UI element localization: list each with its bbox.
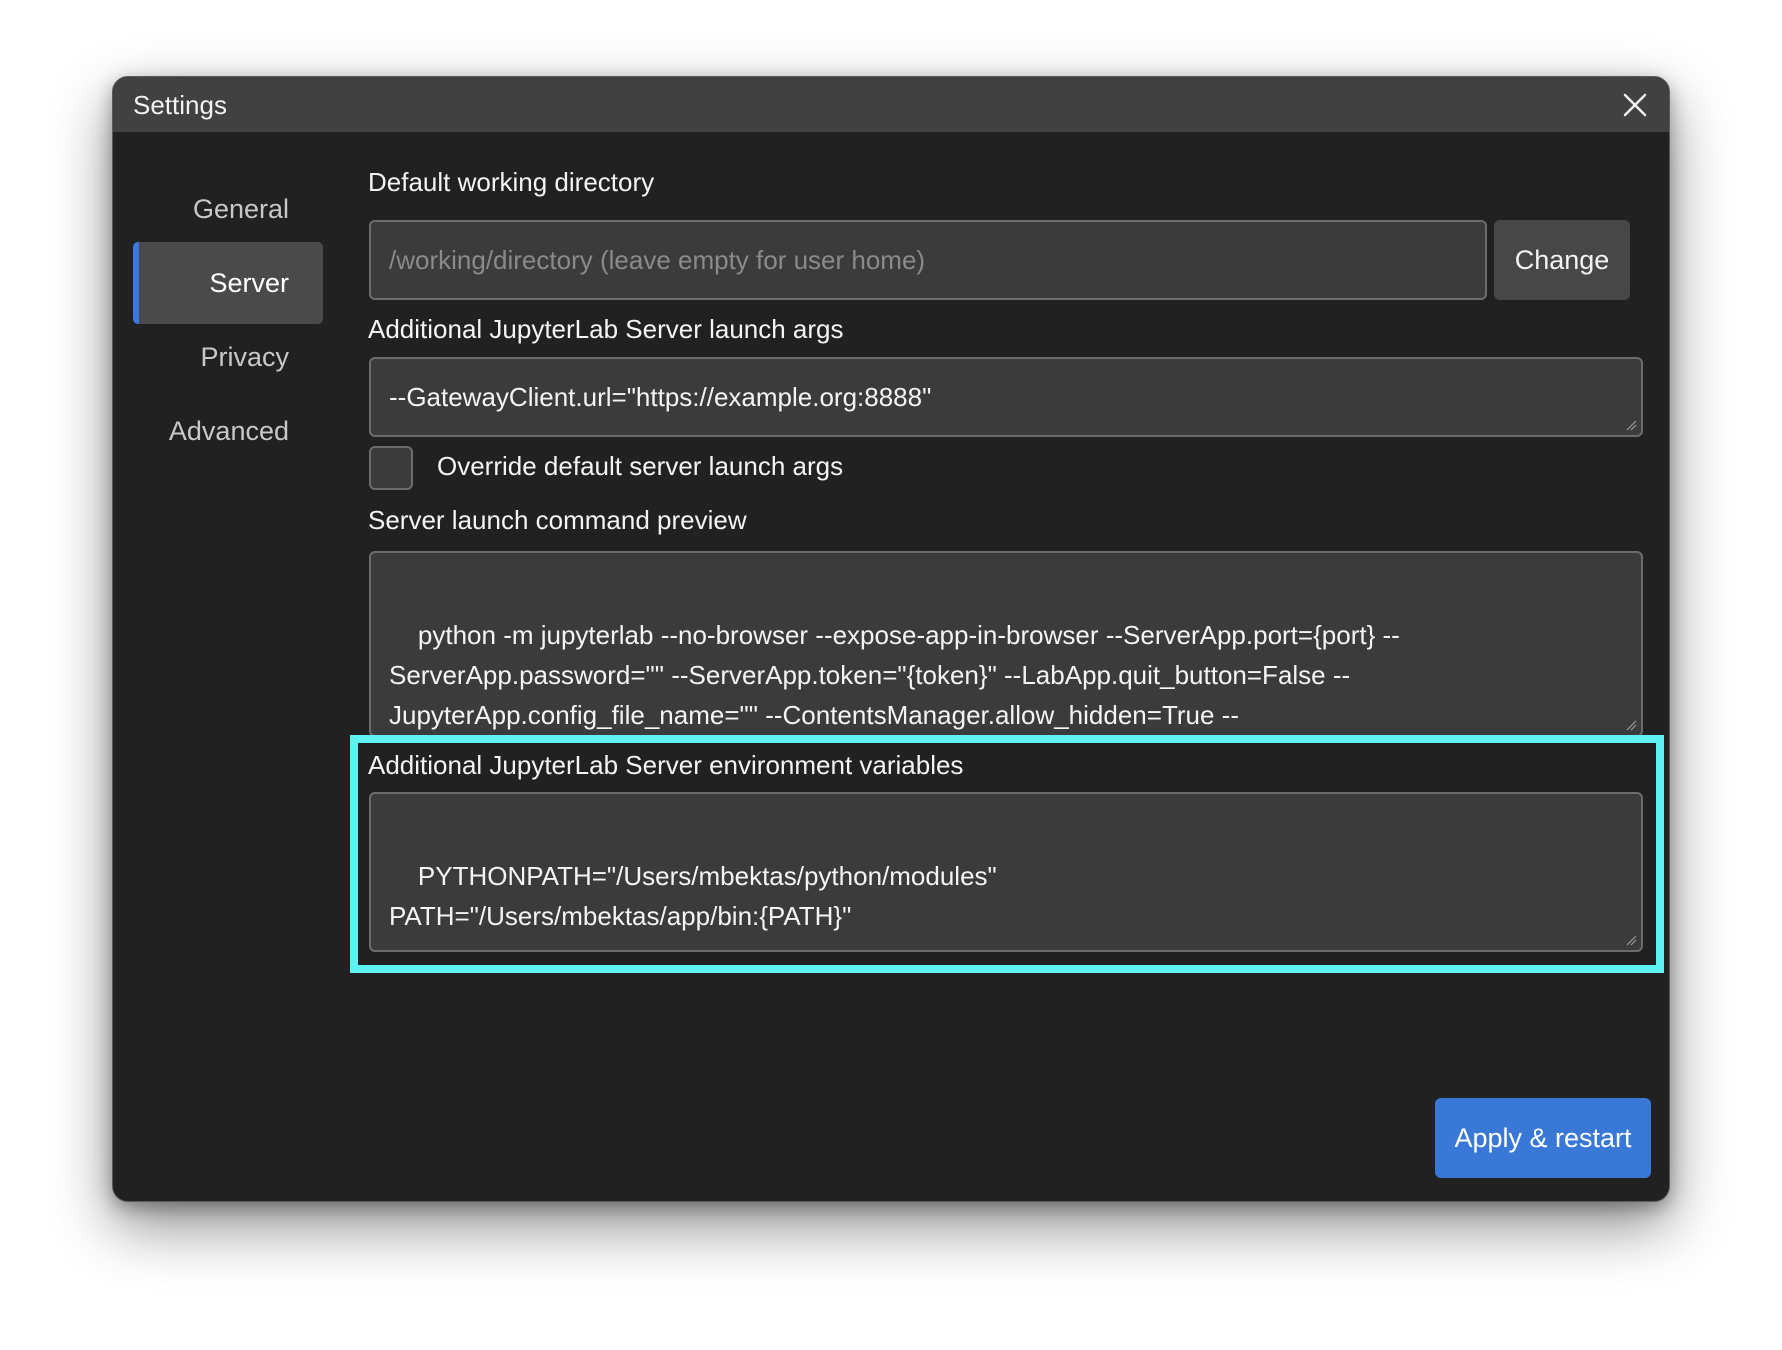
close-icon — [1623, 93, 1647, 117]
override-args-checkbox[interactable] — [369, 446, 413, 490]
working-directory-placeholder: /working/directory (leave empty for user… — [389, 245, 926, 275]
title-bar: Settings — [113, 77, 1669, 132]
sidebar-item-advanced[interactable]: Advanced — [133, 390, 323, 472]
launch-args-value: --GatewayClient.url="https://example.org… — [389, 382, 932, 412]
change-directory-button[interactable]: Change — [1494, 220, 1630, 300]
sidebar-item-label: Server — [209, 268, 289, 298]
env-vars-label: Additional JupyterLab Server environment… — [368, 750, 964, 780]
resize-grip-icon[interactable] — [1625, 419, 1637, 431]
sidebar-item-privacy[interactable]: Privacy — [133, 316, 323, 398]
apply-restart-button[interactable]: Apply & restart — [1435, 1098, 1651, 1178]
launch-args-textarea[interactable]: --GatewayClient.url="https://example.org… — [369, 357, 1643, 437]
sidebar-item-label: Privacy — [200, 342, 289, 372]
env-vars-value: PYTHONPATH="/Users/mbektas/python/module… — [389, 861, 997, 931]
env-vars-textarea[interactable]: PYTHONPATH="/Users/mbektas/python/module… — [369, 792, 1643, 952]
sidebar-item-server[interactable]: Server — [133, 242, 323, 324]
working-directory-input[interactable]: /working/directory (leave empty for user… — [369, 220, 1487, 300]
command-preview-value: python -m jupyterlab --no-browser --expo… — [389, 620, 1400, 730]
sidebar-item-label: General — [192, 194, 289, 224]
launch-args-label: Additional JupyterLab Server launch args — [368, 314, 844, 344]
resize-grip-icon[interactable] — [1625, 934, 1637, 946]
working-directory-label: Default working directory — [368, 167, 655, 197]
command-preview-textarea[interactable]: python -m jupyterlab --no-browser --expo… — [369, 551, 1643, 737]
window-title: Settings — [133, 90, 227, 120]
close-button[interactable] — [1615, 85, 1655, 125]
command-preview-label: Server launch command preview — [368, 505, 747, 535]
sidebar-item-label: Advanced — [168, 416, 289, 446]
settings-dialog: Settings General Server Privacy Advanced… — [112, 76, 1670, 1202]
resize-grip-icon[interactable] — [1625, 719, 1637, 731]
override-args-label: Override default server launch args — [437, 451, 844, 481]
sidebar-item-general[interactable]: General — [133, 168, 323, 250]
